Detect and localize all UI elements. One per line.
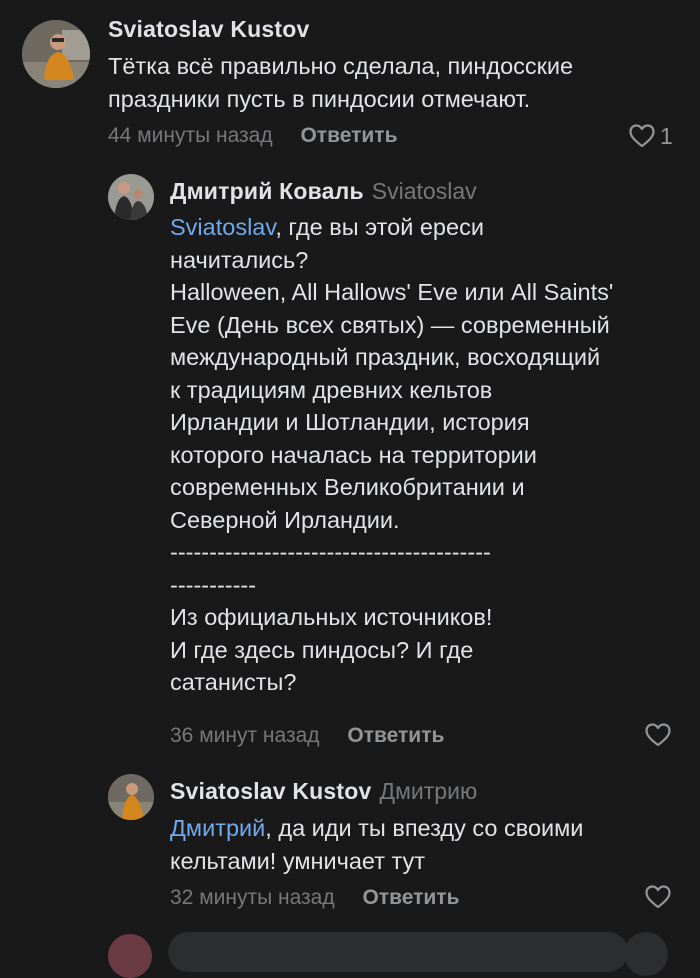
like-count: 1 — [660, 123, 673, 149]
reply-button[interactable]: Ответить — [300, 124, 397, 147]
avatar[interactable] — [108, 174, 154, 220]
avatar[interactable] — [22, 20, 90, 88]
comment-text: Дмитрий, да иди ты впезду со своими кель… — [170, 812, 690, 877]
comment-body: Тётка всё правильно сделала, пиндосские … — [108, 53, 574, 112]
comment-text: Sviatoslav, где вы этой ереси начитались… — [170, 211, 690, 699]
heart-icon — [645, 723, 671, 747]
comment-author[interactable]: Дмитрий Коваль — [170, 178, 364, 204]
mention-link[interactable]: Sviatoslav — [170, 214, 275, 240]
comment-timestamp: 36 минут назад — [170, 724, 320, 747]
comment-body: , где вы этой ереси начитались? Hallowee… — [170, 214, 614, 695]
like-button[interactable] — [644, 722, 672, 748]
avatar — [108, 934, 152, 978]
reply-to-name[interactable]: Дмитрию — [380, 778, 478, 804]
reply-button[interactable]: Ответить — [347, 724, 444, 747]
like-button[interactable] — [644, 884, 672, 910]
comment-author[interactable]: Sviatoslav Kustov — [170, 778, 372, 804]
comment-text: Тётка всё правильно сделала, пиндосские … — [108, 50, 668, 115]
heart-icon — [629, 124, 655, 148]
user-avatar-photo-icon — [108, 174, 154, 220]
comment-timestamp: 32 минуты назад — [170, 886, 335, 909]
comment-input-bar — [0, 928, 700, 978]
like-button[interactable]: 1 — [628, 122, 673, 150]
user-avatar-photo-icon — [22, 20, 90, 88]
mention-link[interactable]: Дмитрий — [170, 815, 265, 841]
reply-to-name[interactable]: Sviatoslav — [372, 178, 477, 204]
avatar[interactable] — [108, 774, 154, 820]
comment-input[interactable] — [168, 932, 628, 972]
comment-author[interactable]: Sviatoslav Kustov — [108, 16, 310, 42]
comment-timestamp: 44 минуты назад — [108, 124, 273, 147]
heart-icon — [645, 885, 671, 909]
user-avatar-photo-icon — [108, 774, 154, 820]
reply-button[interactable]: Ответить — [362, 886, 459, 909]
send-button[interactable] — [624, 932, 668, 976]
